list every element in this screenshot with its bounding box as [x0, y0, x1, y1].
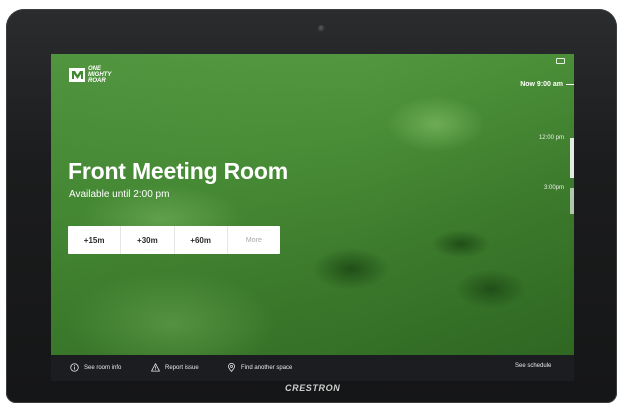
company-logo: ONE MIGHTY ROAR — [69, 66, 120, 84]
screen-icon[interactable] — [556, 58, 565, 64]
extend-15m-button[interactable]: +15m — [68, 226, 122, 254]
find-another-space-label: Find another space — [241, 364, 293, 371]
info-circle-icon — [70, 363, 79, 372]
more-options-button[interactable]: More — [228, 226, 280, 254]
warning-triangle-icon — [151, 363, 160, 372]
extend-30m-button[interactable]: +30m — [121, 226, 175, 254]
see-room-info-label: See room info — [84, 364, 122, 371]
report-issue-button[interactable]: Report issue — [151, 363, 199, 372]
device-brand-logo: CRESTRON — [285, 383, 341, 393]
room-availability: Available until 2:00 pm — [69, 189, 170, 200]
logo-text: ONE MIGHTY ROAR — [88, 66, 112, 84]
footer-action-bar: See room info Report issue Find another … — [51, 355, 574, 381]
logo-mark-icon — [69, 68, 85, 82]
see-schedule-button[interactable]: See schedule — [515, 363, 551, 369]
timeline-booked-block — [570, 138, 574, 178]
timeline-booked-block — [570, 188, 574, 214]
location-pin-icon — [228, 363, 235, 372]
room-title: Front Meeting Room — [68, 158, 288, 184]
see-room-info-button[interactable]: See room info — [70, 363, 121, 372]
room-booking-screen: ONE MIGHTY ROAR Now 9:00 am 12:00 pm 3:0… — [51, 54, 574, 381]
now-line — [566, 84, 574, 85]
time-mark-3pm: 3:00pm — [543, 185, 564, 191]
current-time-marker: Now 9:00 am — [520, 81, 574, 88]
crestron-panel-bezel: ONE MIGHTY ROAR Now 9:00 am 12:00 pm 3:0… — [6, 9, 617, 403]
now-label: Now 9:00 am — [520, 81, 563, 88]
find-another-space-button[interactable]: Find another space — [227, 363, 292, 372]
extend-meeting-bar: +15m +30m +60m More — [68, 226, 280, 254]
camera-icon — [318, 25, 325, 32]
report-issue-label: Report issue — [165, 364, 199, 371]
see-schedule-label: See schedule — [515, 363, 552, 369]
time-mark-12pm: 12:00 pm — [538, 135, 564, 141]
extend-60m-button[interactable]: +60m — [175, 226, 228, 254]
